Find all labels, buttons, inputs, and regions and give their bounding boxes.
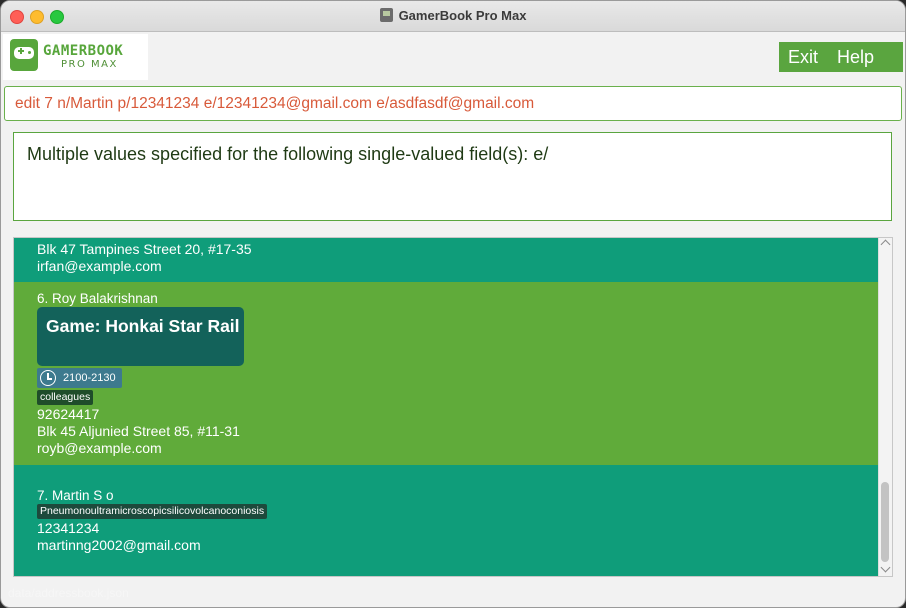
logo-title: GAMERBOOK [43,43,124,59]
game-badge: Game: Honkai Star Rail [37,307,244,366]
tag-label: Pneumonoultramicroscopicsilicovolcanocon… [37,504,268,519]
person-list[interactable]: Blk 47 Tampines Street 20, #17-35 irfan@… [13,237,893,577]
person-name: 6. Roy Balakrishnan [37,291,158,306]
person-email: royb@example.com [37,440,162,456]
person-phone: 12341234 [37,520,100,536]
result-message: Multiple values specified for the follow… [27,144,549,164]
header: GAMERBOOK PRO MAX Exit Help [1,32,905,80]
time-slot-badge: 2100-2130 [37,368,122,388]
clock-icon [40,370,56,386]
window-title: GamerBook Pro Max [398,8,527,23]
person-address: Blk 45 Aljunied Street 85, #11-31 [37,423,240,439]
app-logo: GAMERBOOK PRO MAX [3,34,148,80]
menu-exit[interactable]: Exit [788,47,818,68]
menu-help[interactable]: Help [837,47,874,68]
app-window: GamerBook Pro Max GAMERBOOK PRO MAX Exit… [0,0,906,608]
person-card[interactable]: 7. Martin S o Pneumonoultramicroscopicsi… [14,465,878,576]
menu-bar: Exit Help [779,42,903,72]
result-display: Multiple values specified for the follow… [13,132,892,221]
scroll-down-icon[interactable] [880,562,891,573]
person-card[interactable]: Blk 47 Tampines Street 20, #17-35 irfan@… [14,238,878,282]
app-icon [379,8,393,22]
logo-subtitle: PRO MAX [61,59,118,70]
person-name: 7. Martin S o [37,488,114,503]
window-title-group: GamerBook Pro Max [1,8,905,23]
time-slot-text: 2100-2130 [63,372,116,384]
person-card[interactable]: 6. Roy Balakrishnan Game: Honkai Star Ra… [14,282,878,465]
title-bar: GamerBook Pro Max [1,1,905,32]
scroll-up-icon[interactable] [880,239,891,250]
game-label: Game: Honkai Star Rail [46,316,240,336]
person-phone: 92624417 [37,406,100,422]
list-scrollbar[interactable] [878,238,892,576]
person-address: Blk 47 Tampines Street 20, #17-35 [37,241,252,257]
command-box[interactable]: edit 7 n/Martin p/12341234 e/12341234@gm… [4,86,902,121]
person-email: martinng2002@gmail.com [37,537,201,553]
person-email: irfan@example.com [37,258,162,274]
status-bar-path: data/addressbook.json [8,586,129,600]
tag-label: colleagues [37,390,94,405]
controller-logo-icon [10,39,38,71]
scrollbar-thumb[interactable] [881,482,889,562]
command-input-text[interactable]: edit 7 n/Martin p/12341234 e/12341234@gm… [15,95,534,113]
